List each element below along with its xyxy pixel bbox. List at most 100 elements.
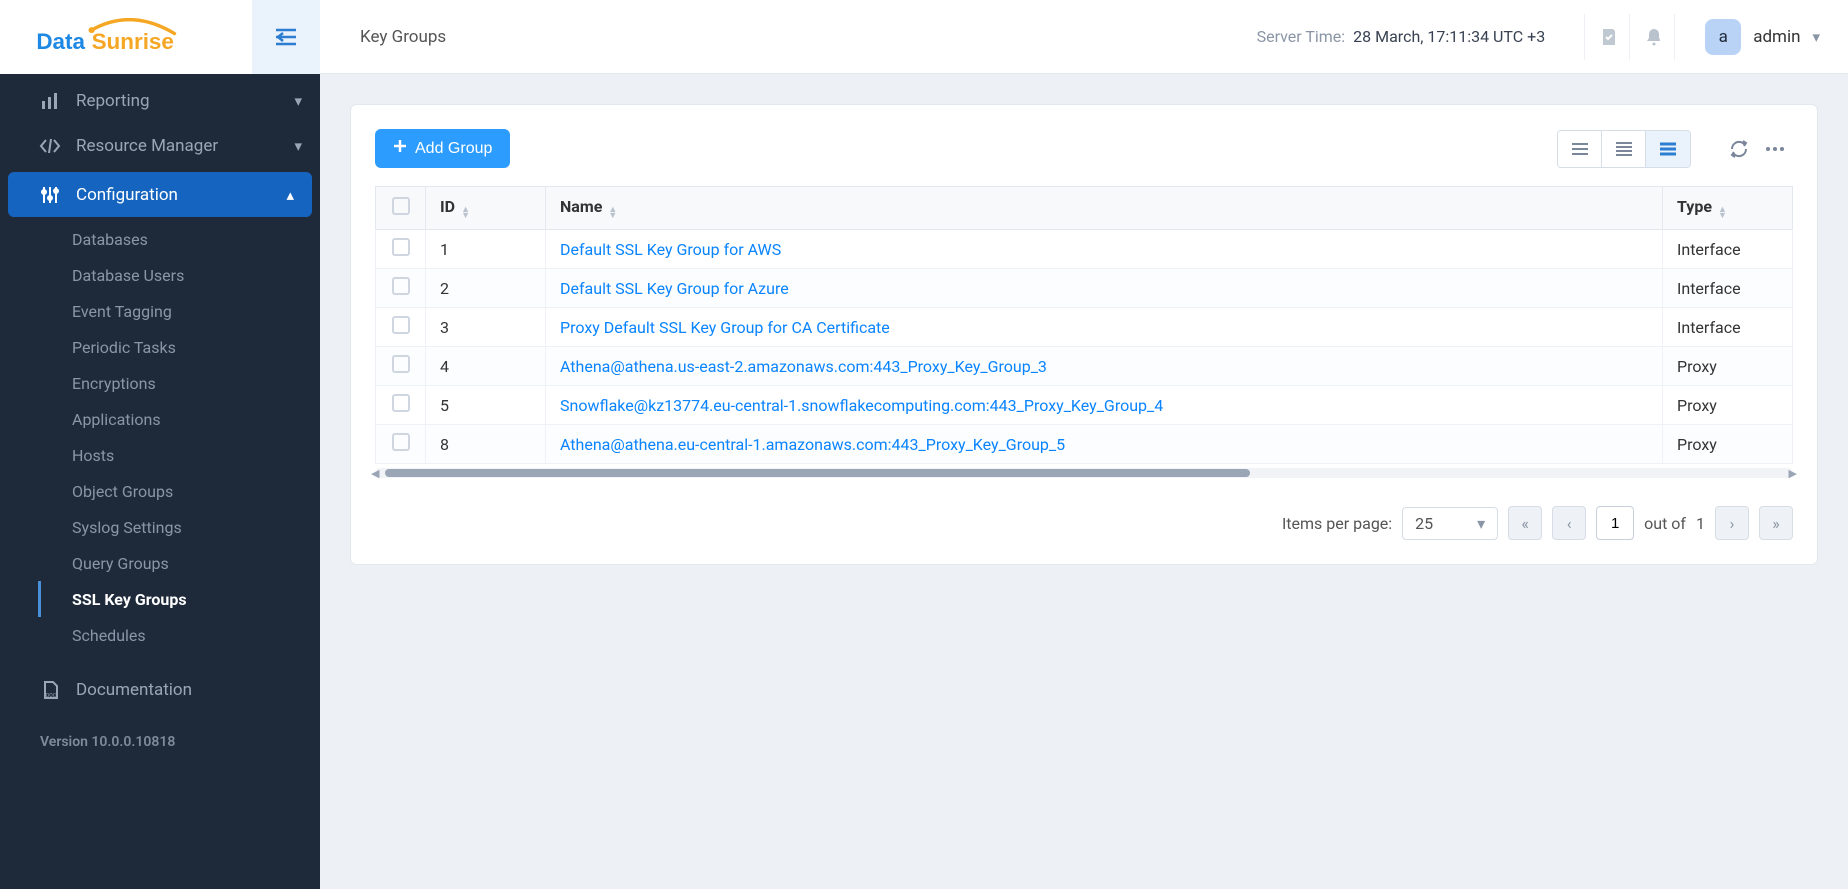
column-header-id[interactable]: ID▲▼ [426,187,546,230]
refresh-button[interactable] [1721,131,1757,167]
main-panel: Add Group [350,104,1818,565]
sidebar-subitem[interactable]: Query Groups [0,545,320,581]
table-row: 4Athena@athena.us-east-2.amazonaws.com:4… [376,347,1793,386]
user-name: admin [1753,27,1800,47]
add-group-button[interactable]: Add Group [375,129,510,168]
chevron-down-icon: ▾ [1812,28,1820,46]
column-header-type[interactable]: Type▲▼ [1663,187,1793,230]
topbar: Key Groups Server Time: 28 March, 17:11:… [320,0,1848,74]
sidebar-subitem[interactable]: Encryptions [0,365,320,401]
cell-type: Interface [1663,269,1793,308]
sort-icon: ▲▼ [1718,207,1727,219]
pagination: Items per page: 25 ▾ « ‹ out of 1 › » [375,506,1793,540]
avatar: a [1705,19,1741,55]
sidebar-item-reporting[interactable]: Reporting ▾ [0,78,320,123]
row-checkbox[interactable] [392,238,410,256]
sidebar-subitem[interactable]: Object Groups [0,473,320,509]
row-checkbox[interactable] [392,394,410,412]
first-page-button[interactable]: « [1508,506,1542,540]
cell-id: 3 [426,308,546,347]
sort-icon: ▲▼ [608,207,617,219]
tasks-icon[interactable] [1584,14,1630,60]
cell-type: Proxy [1663,425,1793,464]
sliders-icon [38,183,62,207]
view-compact-button[interactable] [1558,131,1602,167]
row-checkbox[interactable] [392,316,410,334]
chevron-down-icon: ▾ [294,92,302,110]
select-all-checkbox[interactable] [392,197,410,215]
button-label: Add Group [415,140,492,158]
prev-page-button[interactable]: ‹ [1552,506,1586,540]
sort-icon: ▲▼ [461,207,470,219]
current-page-input[interactable] [1596,506,1634,540]
bell-icon[interactable] [1629,14,1675,60]
sidebar-subitem[interactable]: SSL Key Groups [0,581,320,617]
table-row: 8 Athena@athena.eu-central-1.amazonaws.co… [376,425,1793,464]
column-header-name[interactable]: Name▲▼ [546,187,1663,230]
cell-type: Proxy [1663,347,1793,386]
sidebar-item-documentation[interactable]: DOC Documentation [0,667,320,712]
logo-text-left: Data [36,29,85,54]
view-medium-button[interactable] [1602,131,1646,167]
sidebar-subitem[interactable]: Applications [0,401,320,437]
code-icon [38,134,62,158]
cell-type: Interface [1663,308,1793,347]
cell-name-link[interactable]: Athena@athena.us-east-2.amazonaws.com:44… [560,357,1047,376]
cell-name-link[interactable]: Snowflake@kz13774.eu-central-1.snowflake… [560,396,1163,415]
table-row: 5 Snowflake@kz13774.eu-central-1.snowflak… [376,386,1793,425]
horizontal-scrollbar[interactable]: ◀ ▶ [375,468,1793,478]
document-icon: DOC [38,678,62,702]
cell-id: 2 [426,269,546,308]
cell-name-link[interactable]: Default SSL Key Group for AWS [560,240,781,259]
chevron-up-icon: ▴ [286,186,294,204]
sidebar-item-label: Documentation [76,680,302,700]
items-per-page-select[interactable]: 25 ▾ [1402,507,1498,540]
cell-name-link[interactable]: Default SSL Key Group for Azure [560,279,789,298]
sidebar-item-resource-manager[interactable]: Resource Manager ▾ [0,123,320,168]
cell-id: 1 [426,230,546,269]
view-large-button[interactable] [1646,131,1690,167]
version-label: Version 10.0.0.10818 [0,726,320,770]
sidebar-item-label: Reporting [76,91,294,111]
items-per-page-label: Items per page: [1282,514,1392,533]
sidebar-item-label: Configuration [76,185,286,205]
sidebar-subitem[interactable]: Databases [0,221,320,257]
next-page-button[interactable]: › [1715,506,1749,540]
plus-icon [393,139,407,158]
total-pages: 1 [1696,514,1705,533]
cell-id: 8 [426,425,546,464]
sidebar: Data Sunrise Reporting ▾ Res [0,0,320,889]
cell-id: 5 [426,386,546,425]
row-checkbox[interactable] [392,277,410,295]
row-checkbox[interactable] [392,355,410,373]
table-row: 3 Proxy Default SSL Key Group for CA Cert… [376,308,1793,347]
chart-icon [38,89,62,113]
sidebar-subitem[interactable]: Schedules [0,617,320,653]
sidebar-subitem[interactable]: Event Tagging [0,293,320,329]
cell-name-link[interactable]: Athena@athena.eu-central-1.amazonaws.com… [560,435,1065,454]
cell-type: Interface [1663,230,1793,269]
sidebar-subitem[interactable]: Hosts [0,437,320,473]
sidebar-subitem[interactable]: Syslog Settings [0,509,320,545]
out-of-label: out of [1644,514,1686,533]
sidebar-subitem[interactable]: Database Users [0,257,320,293]
more-options-button[interactable] [1757,131,1793,167]
key-groups-table: ID▲▼ Name▲▼ Type▲▼ 1 Default SSL Key Grou… [375,186,1793,464]
cell-name-link[interactable]: Proxy Default SSL Key Group for CA Certi… [560,318,890,337]
svg-text:DOC: DOC [46,693,57,699]
sidebar-item-label: Resource Manager [76,136,294,156]
last-page-button[interactable]: » [1759,506,1793,540]
user-menu[interactable]: a admin ▾ [1705,19,1820,55]
sidebar-item-configuration[interactable]: Configuration ▴ [8,172,312,217]
row-checkbox[interactable] [392,433,410,451]
view-density-group [1557,130,1691,168]
chevron-down-icon: ▾ [294,137,302,155]
chevron-down-icon: ▾ [1477,514,1485,533]
server-time-value: 28 March, 17:11:34 UTC +3 [1353,27,1545,46]
logo-text-right: Sunrise [92,29,174,54]
sidebar-subitem[interactable]: Periodic Tasks [0,329,320,365]
page-title: Key Groups [360,27,446,47]
collapse-sidebar-button[interactable] [252,0,320,74]
table-row: 2 Default SSL Key Group for Azure Interfac… [376,269,1793,308]
table-row: 1 Default SSL Key Group for AWS Interface [376,230,1793,269]
